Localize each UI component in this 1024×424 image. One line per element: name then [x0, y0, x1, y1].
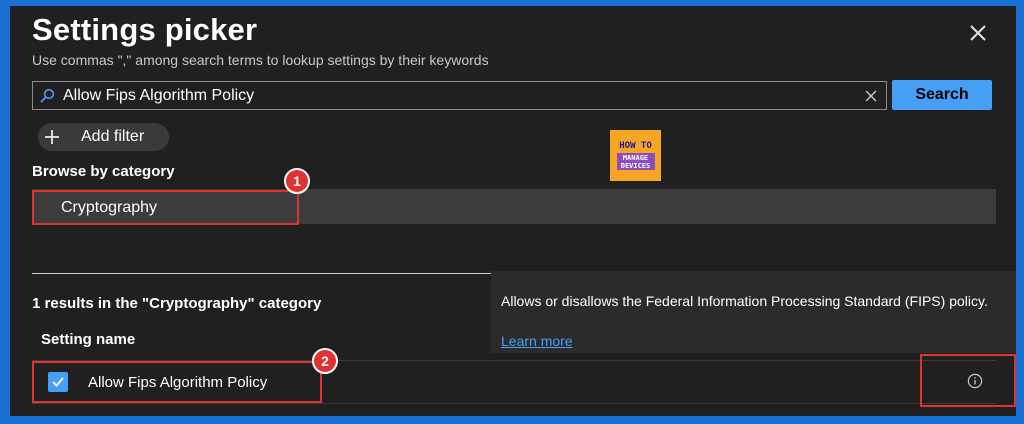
add-filter-label: Add filter	[81, 128, 145, 145]
column-header-setting-name: Setting name	[41, 331, 136, 348]
tooltip-text: Allows or disallows the Federal Informat…	[501, 293, 988, 309]
dialog-subtitle: Use commas "," among search terms to loo…	[32, 52, 489, 68]
search-input[interactable]: Allow Fips Algorithm Policy	[32, 81, 887, 110]
annotation-badge-2: 2	[312, 348, 338, 374]
checkmark-icon	[52, 377, 64, 387]
settings-picker-panel: Settings picker Use commas "," among sea…	[10, 6, 1016, 416]
setting-name: Allow Fips Algorithm Policy	[88, 373, 268, 391]
browse-by-category-label: Browse by category	[32, 163, 175, 180]
annotation-badge-1: 1	[284, 168, 310, 194]
search-button[interactable]: Search	[892, 80, 992, 110]
category-item-cryptography[interactable]: Cryptography	[32, 190, 299, 225]
results-summary: 1 results in the "Cryptography" category	[32, 295, 322, 312]
info-tooltip: Allows or disallows the Federal Informat…	[491, 271, 1016, 353]
close-button[interactable]	[965, 20, 991, 46]
how-to-manage-devices-logo: HOW TO MANAGE DEVICES	[610, 130, 661, 181]
info-highlight	[920, 354, 1016, 407]
setting-checkbox[interactable]	[48, 372, 68, 392]
plus-icon	[45, 130, 59, 144]
learn-more-link[interactable]: Learn more	[501, 333, 573, 349]
table-row[interactable]: Allow Fips Algorithm Policy	[32, 361, 322, 403]
info-icon[interactable]	[967, 373, 983, 389]
add-filter-button[interactable]: Add filter	[38, 123, 169, 151]
clear-icon[interactable]	[864, 89, 878, 103]
logo-line2: MANAGE	[622, 153, 649, 162]
dialog-title: Settings picker	[32, 12, 258, 47]
row-separator	[32, 403, 996, 404]
logo-line3: DEVICES	[620, 161, 651, 170]
logo-line1: HOW TO	[619, 141, 652, 151]
search-input-value: Allow Fips Algorithm Policy	[63, 87, 255, 104]
search-icon	[40, 88, 55, 103]
close-icon	[970, 25, 986, 41]
